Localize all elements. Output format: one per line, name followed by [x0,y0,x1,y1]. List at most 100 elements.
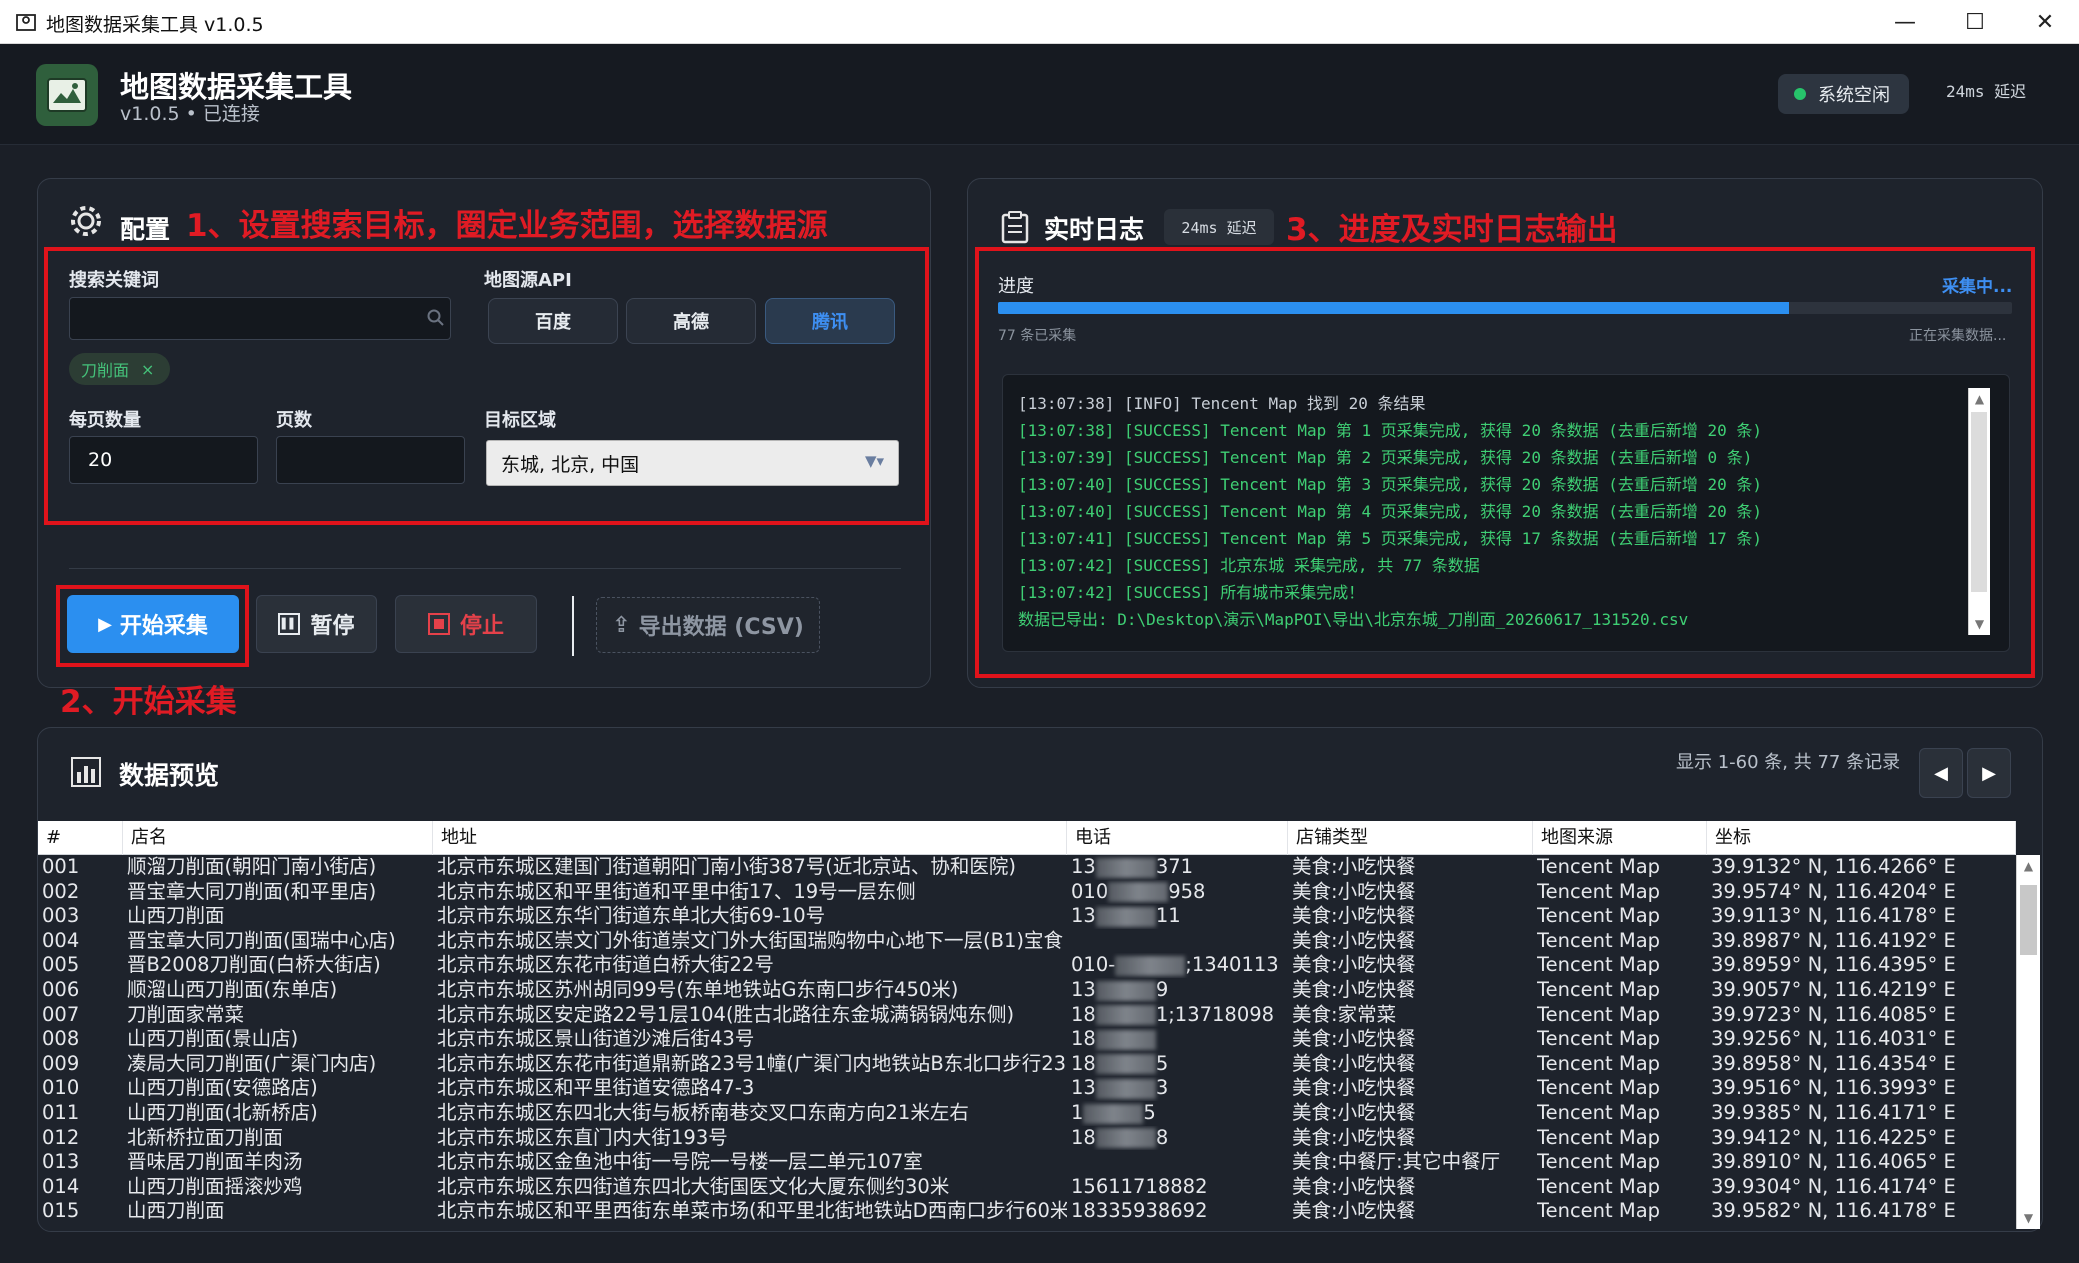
progress-status: 采集中... [1942,277,2013,297]
annotation-box-start [56,585,249,667]
table-cell: 北京市东城区建国门街道朝阳门南小街387号(近北京站、协和医院) [437,855,1016,878]
gear-icon [71,206,101,236]
phone-visible-start: 1 [1071,1101,1084,1124]
table-row[interactable]: 014 山西刀削面摇滚炒鸡 北京市东城区东四街道东四北大街国医文化大厦东侧约30米 美… [38,1175,2016,1200]
progress-bar-fill [998,302,1789,314]
table-row[interactable]: 012 北新桥拉面刀削面 北京市东城区东直门内大街193号 美食:小吃快餐 Tencen… [38,1126,2016,1151]
phone-visible-end: 1;13718098 [1155,1002,1275,1026]
table-scrollbar[interactable]: ▲ ▼ [2016,855,2040,1229]
region-select-value: 东城, 北京, 中国 [501,453,640,476]
table-row[interactable]: 010 山西刀削面(安德路店) 北京市东城区和平里街道安德路47-3 美食:小吃快餐 T… [38,1076,2016,1101]
column-header[interactable]: # [38,821,123,855]
status-dot [1794,88,1806,100]
table-cell: 北京市东城区和平里街道安德路47-3 [437,1076,755,1100]
table-cell: Tencent Map [1537,1051,1661,1075]
progress-label: 进度 [998,276,1034,297]
stop-button[interactable]: 停止 [395,595,537,653]
table-row[interactable]: 008 山西刀削面(景山店) 北京市东城区景山街道沙滩后街43号 美食:小吃快餐 Ten… [38,1027,2016,1052]
scroll-up-icon[interactable]: ▲ [2017,855,2040,877]
phone-visible-end: 371 [1155,855,1194,878]
log-scrollbar[interactable]: ▲ ▼ [1968,388,1990,635]
column-header[interactable]: 坐标 [1707,821,2016,855]
table-row[interactable]: 001 顺溜刀削面(朝阳门南小街店) 北京市东城区建国门街道朝阳门南小街387号(近… [38,855,2016,880]
redacted-phone-blur [1095,857,1156,878]
per-page-label: 每页数量 [69,410,141,431]
table-cell: 009 [42,1051,80,1075]
api-baidu-button[interactable]: 百度 [488,298,618,344]
maximize-button[interactable]: ☐ [1940,0,2010,44]
table-row[interactable]: 002 晋宝章大同刀削面(和平里店) 北京市东城区和平里街道和平里中街17、19号一… [38,880,2016,905]
phone-visible-start: 18 [1071,1002,1096,1026]
log-line: [13:07:38] [SUCCESS] Tencent Map 第 1 页采集… [1018,421,1763,440]
chevron-down-icon[interactable]: ▼▾ [865,452,884,470]
log-latency-badge: 24ms 延迟 [1164,209,1274,245]
collected-count: 77 条已采集 [998,328,1077,344]
table-cell: 002 [42,879,80,903]
table-body: 001 顺溜刀削面(朝阳门南小街店) 北京市东城区建国门街道朝阳门南小街387号(近… [38,855,2016,1229]
next-page-button[interactable]: ▶ [1967,748,2011,798]
table-row[interactable]: 003 山西刀削面 北京市东城区东华门街道东单北大街69-10号 美食:小吃快餐 Ten… [38,904,2016,929]
column-header[interactable]: 地图来源 [1533,821,1707,855]
scroll-up-icon[interactable]: ▲ [1969,388,1990,410]
pause-button[interactable]: ▌▌ 暂停 [256,595,377,653]
api-gaode-button[interactable]: 高德 [626,298,756,344]
export-csv-button[interactable]: ⇪ 导出数据 (CSV) [596,597,820,653]
table-row[interactable]: 004 晋宝章大同刀削面(国瑞中心店) 北京市东城区崇文门外街道崇文门外大街国瑞购物… [38,929,2016,954]
redacted-phone-blur [1095,1029,1156,1050]
map-pin-icon [16,14,36,31]
table-cell: 004 [42,928,80,952]
table-cell: 010 [42,1076,80,1100]
table-cell: 晋宝章大同刀削面(和平里店) [127,879,377,903]
column-header[interactable]: 店铺类型 [1288,821,1533,855]
keyword-input[interactable] [69,297,451,340]
close-button[interactable]: ✕ [2010,0,2079,44]
log-scroll-thumb[interactable] [1971,412,1987,592]
table-cell: 001 [42,855,80,878]
phone-cell [1071,1150,1288,1175]
table-cell: 北京市东城区东花市街道鼎新路23号1幢(广渠门内地铁站B东北口步行230 [437,1051,1067,1075]
api-tencent-button[interactable]: 腾讯 [765,298,895,344]
log-line: [13:07:41] [SUCCESS] Tencent Map 第 5 页采集… [1018,529,1763,548]
per-page-input[interactable]: 20 [69,436,258,484]
prev-page-button[interactable]: ◀ [1919,748,1963,798]
minimize-button[interactable]: — [1870,0,1940,44]
table-cell: 011 [42,1101,80,1124]
table-scroll-thumb[interactable] [2020,885,2037,955]
column-header[interactable]: 电话 [1067,821,1288,855]
app-logo [36,64,98,126]
pages-input[interactable] [276,436,465,484]
table-row[interactable]: 013 晋味居刀削面羊肉汤 北京市东城区金鱼池中街一号院一号楼一层二单元107室 美食… [38,1150,2016,1175]
table-cell: 晋B2008刀削面(白桥大街店) [127,953,381,977]
region-select[interactable]: 东城, 北京, 中国 [486,440,899,486]
table-cell: 山西刀削面(北新桥店) [127,1101,318,1124]
table-row[interactable]: 011 山西刀削面(北新桥店) 北京市东城区东四北大街与板桥南巷交叉口东南方向21米… [38,1101,2016,1126]
table-cell: 山西刀削面 [127,904,225,928]
phone-cell [1071,929,1288,954]
redacted-phone-blur [1095,1128,1156,1149]
table-cell: 晋味居刀削面羊肉汤 [127,1150,303,1174]
table-row[interactable]: 006 顺溜山西刀削面(东单店) 北京市东城区苏州胡同99号(东单地铁站G东南口步行… [38,978,2016,1003]
table-cell: 美食:小吃快餐 [1292,879,1416,903]
phone-visible-start: 13 [1071,1076,1096,1100]
table-cell: Tencent Map [1537,1174,1661,1198]
scroll-down-icon[interactable]: ▼ [1969,613,1990,635]
column-header[interactable]: 地址 [433,821,1067,855]
scroll-down-icon[interactable]: ▼ [2017,1207,2040,1229]
collecting-status: 正在采集数据... [1909,328,2007,344]
redacted-phone-blur [1108,882,1169,903]
tag-remove-icon[interactable]: × [141,360,154,379]
search-icon[interactable] [426,308,446,328]
table-row[interactable]: 015 山西刀削面 北京市东城区和平里西街东单菜市场(和平里北街地铁站D西南口步行6… [38,1199,2016,1224]
table-cell: 美食:小吃快餐 [1292,1174,1416,1198]
column-header[interactable]: 店名 [123,821,433,855]
redacted-phone-blur [1115,955,1186,976]
api-label: 地图源API [484,270,572,291]
table-cell: 美食:小吃快餐 [1292,978,1416,1001]
table-cell: 北京市东城区东花市街道白桥大街22号 [437,953,774,977]
window-titlebar: 地图数据采集工具 v1.0.5 — ☐ ✕ [0,0,2079,44]
table-row[interactable]: 009 凑局大同刀削面(广渠门内店) 北京市东城区东花市街道鼎新路23号1幢(广渠门… [38,1052,2016,1077]
table-row[interactable]: 007 刀削面家常菜 北京市东城区安定路22号1层104(胜古北路往东金城满锅锅炖东… [38,1003,2016,1028]
table-cell: Tencent Map [1537,1002,1661,1026]
table-cell: 美食:小吃快餐 [1292,928,1416,952]
table-row[interactable]: 005 晋B2008刀削面(白桥大街店) 北京市东城区东花市街道白桥大街22号 美食:… [38,953,2016,978]
